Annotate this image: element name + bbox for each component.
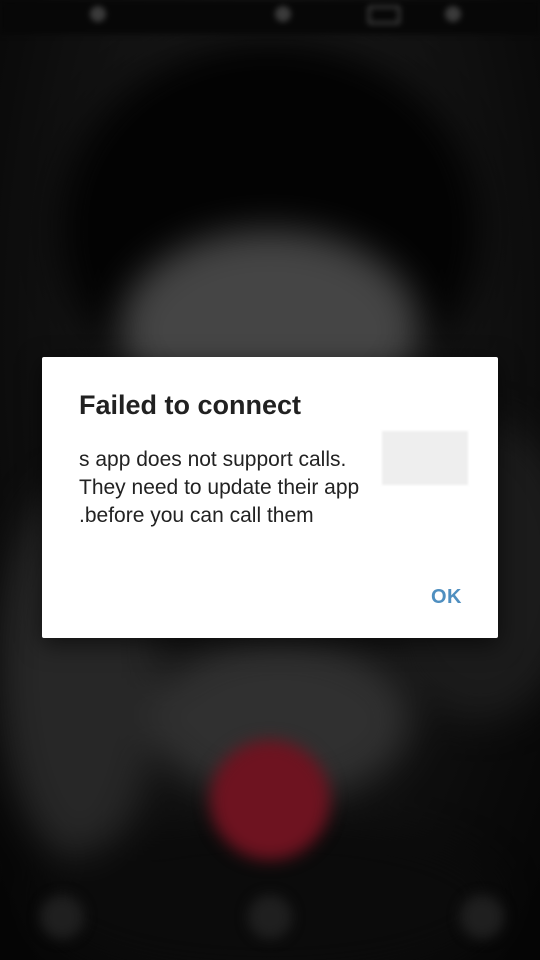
dialog-title: Failed to connect [79,390,302,420]
redacted-name [382,431,468,485]
speaker-icon [248,895,292,939]
signal-icon [90,6,106,22]
ok-button[interactable]: OK [423,582,470,613]
wifi-icon [275,6,291,22]
video-icon [460,895,504,939]
message-line: .before you can call them [79,504,314,527]
mute-icon [40,895,84,939]
status-bar [0,0,540,34]
end-call-icon [210,740,330,860]
error-dialog: Failed to connect s app does not support… [42,357,498,638]
battery-icon [368,6,400,24]
clock-icon [445,6,461,22]
call-screen: Failed to connect s app does not support… [0,0,540,960]
